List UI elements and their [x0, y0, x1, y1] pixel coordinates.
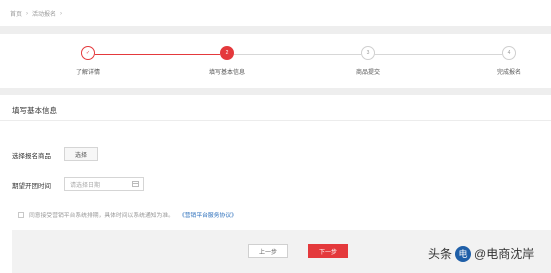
step-4-label: 完成报名	[496, 70, 521, 76]
agreement-checkbox[interactable]	[18, 211, 24, 218]
breadcrumb-home[interactable]: 首页	[10, 9, 22, 18]
chevron-right-icon: ›	[26, 10, 29, 17]
step-connector-1	[95, 54, 220, 55]
product-field-label: 选择报名商品	[12, 153, 51, 160]
step-2-label: 填写基本信息	[208, 70, 245, 76]
agreement-row: 同意接受营销平台系统排期，具体时间以系统通知为准。 《营销平台服务协议》	[18, 210, 237, 219]
breadcrumb-activity-signup[interactable]: 活动报名	[32, 9, 56, 18]
step-1-label: 了解详情	[75, 70, 100, 76]
step-1-check-icon: ✓	[81, 46, 95, 60]
breadcrumb: 首页 › 活动报名 ›	[10, 9, 63, 19]
date-placeholder: 请选择日期	[70, 182, 101, 189]
section-divider	[0, 120, 551, 121]
watermark-author: @电商沈岸	[474, 247, 535, 261]
previous-step-button[interactable]: 上一步	[248, 244, 288, 258]
step-4-indicator: 4	[502, 46, 516, 60]
service-agreement-link[interactable]: 《营销平台服务协议》	[179, 210, 237, 219]
step-connector-3	[375, 54, 502, 55]
date-field-label: 期望开团时间	[12, 183, 51, 190]
next-step-button[interactable]: 下一步	[308, 244, 348, 258]
step-3-indicator: 3	[361, 46, 375, 60]
select-product-button[interactable]: 选择	[64, 147, 98, 161]
calendar-icon[interactable]	[132, 181, 139, 187]
step-2-indicator: 2	[220, 46, 234, 60]
step-3-label: 商品提交	[355, 70, 380, 76]
agreement-text: 同意接受营销平台系统排期，具体时间以系统通知为准。	[29, 213, 174, 219]
watermark: 头条 电 @电商沈岸	[428, 245, 534, 262]
chevron-right-icon: ›	[60, 10, 63, 17]
section-title: 填写基本信息	[12, 106, 57, 115]
watermark-prefix: 头条	[428, 247, 453, 261]
author-avatar: 电	[455, 245, 472, 262]
step-connector-2	[234, 54, 361, 55]
top-bar: 首页 › 活动报名 ›	[0, 0, 551, 26]
progress-steps: ✓ 2 3 4 了解详情 填写基本信息 商品提交 完成报名	[0, 34, 551, 88]
date-picker-input[interactable]: 请选择日期	[64, 177, 144, 191]
